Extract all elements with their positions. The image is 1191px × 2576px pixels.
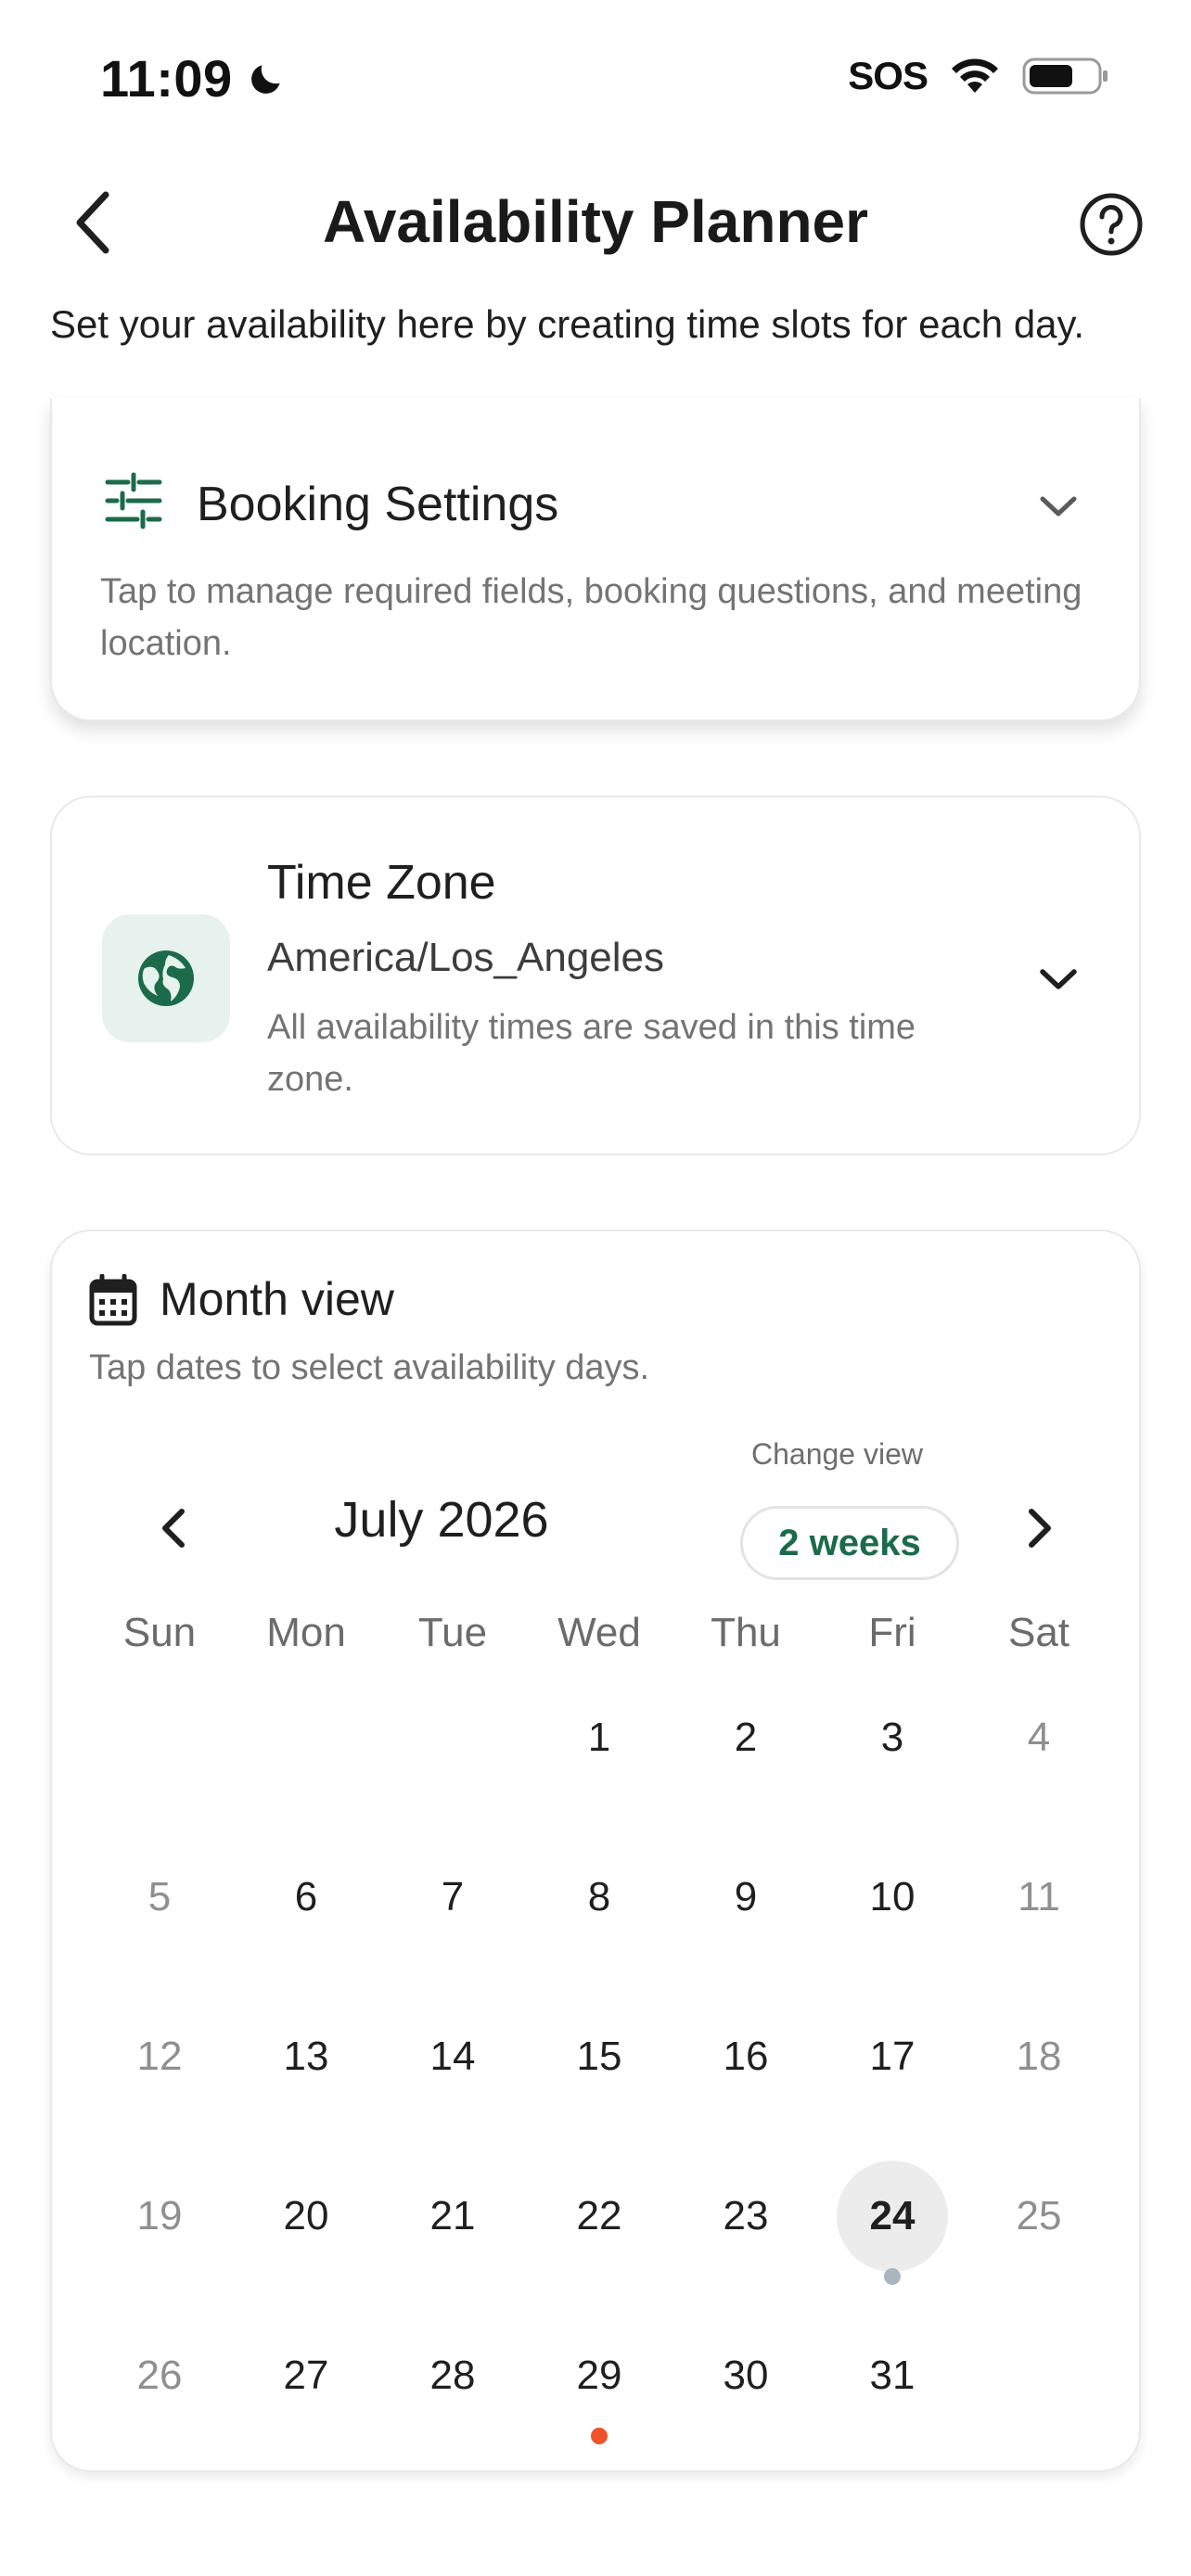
calendar-day-1[interactable]: 1	[534, 1673, 664, 1803]
time-zone-title: Time Zone	[267, 856, 496, 910]
calendar-day-10[interactable]: 10	[827, 1832, 957, 1962]
calendar-day-15[interactable]: 15	[534, 1992, 664, 2122]
calendar-day-8[interactable]: 8	[534, 1832, 664, 1962]
calendar-day-23[interactable]: 23	[681, 2151, 811, 2281]
calendar-day-9[interactable]: 9	[681, 1832, 811, 1962]
calendar-day-19[interactable]: 19	[95, 2151, 224, 2281]
page-title: Availability Planner	[322, 188, 869, 255]
chevron-down-icon[interactable]	[1035, 488, 1082, 525]
battery-icon	[1022, 57, 1108, 95]
calendar-day-5[interactable]: 5	[95, 1832, 224, 1962]
calendar-day-28[interactable]: 28	[388, 2311, 518, 2441]
calendar-day-26[interactable]: 26	[95, 2311, 224, 2441]
help-icon	[1080, 193, 1143, 256]
page: 11:09 SOS Availability Planner Set your …	[0, 0, 1191, 2576]
calendar-day-17[interactable]: 17	[827, 1992, 957, 2122]
calendar-day-29[interactable]: 29	[534, 2311, 664, 2441]
weekday-wed: Wed	[557, 1610, 641, 1655]
time-zone-value: America/Los_Angeles	[267, 935, 665, 980]
time-zone-card[interactable]: Time Zone America/Los_Angeles All availa…	[50, 796, 1141, 1155]
header: Availability Planner	[0, 167, 1191, 278]
wifi-icon	[952, 58, 998, 93]
status-right: SOS	[848, 54, 1109, 98]
calendar-day-2[interactable]: 2	[681, 1673, 811, 1803]
carrier-label: SOS	[848, 54, 928, 97]
calendar-day-3[interactable]: 3	[827, 1673, 957, 1803]
calendar-day-25[interactable]: 25	[974, 2151, 1104, 2281]
weekday-fri: Fri	[868, 1610, 916, 1655]
view-toggle-button[interactable]: 2 weeks	[740, 1506, 959, 1580]
intro-text: Set your availability here by creating t…	[50, 302, 1085, 346]
month-view-card: Month view Tap dates to select availabil…	[50, 1230, 1141, 2472]
status-time: 11:09	[100, 48, 287, 108]
calendar-day-14[interactable]: 14	[388, 1992, 518, 2122]
moon-icon	[250, 64, 280, 94]
weekday-tue: Tue	[417, 1610, 488, 1655]
booking-settings-title: Booking Settings	[197, 478, 559, 531]
booking-settings-description: Tap to manage required fields, booking q…	[100, 572, 1082, 663]
globe-icon	[138, 950, 194, 1006]
month-view-title: Month view	[160, 1273, 394, 1325]
calendar-day-11[interactable]: 11	[974, 1832, 1104, 1962]
calendar-day-21[interactable]: 21	[388, 2151, 518, 2281]
change-view-label: Change view	[751, 1437, 923, 1471]
calendar-day-24[interactable]: 24	[837, 2161, 948, 2272]
help-button[interactable]	[1074, 187, 1148, 261]
calendar-day-27[interactable]: 27	[241, 2311, 371, 2441]
status-time-text: 11:09	[100, 49, 233, 108]
weekday-sat: Sat	[1007, 1610, 1070, 1655]
month-view-description: Tap dates to select availability days.	[89, 1348, 650, 1387]
weekday-sun: Sun	[122, 1610, 197, 1655]
previous-month-button[interactable]	[141, 1491, 206, 1565]
month-label: July 2026	[334, 1492, 549, 1548]
sliders-icon	[105, 472, 162, 529]
globe-icon-box	[102, 914, 230, 1042]
status-bar: 11:09 SOS	[0, 0, 1191, 158]
calendar-day-6[interactable]: 6	[241, 1832, 371, 1962]
next-month-button[interactable]	[1007, 1491, 1072, 1565]
time-zone-description: All availability times are saved in this…	[267, 1008, 916, 1099]
calendar-day-22[interactable]: 22	[534, 2151, 664, 2281]
calendar-day-7[interactable]: 7	[388, 1832, 518, 1962]
calendar-day-31[interactable]: 31	[827, 2311, 957, 2441]
calendar-day-30[interactable]: 30	[681, 2311, 811, 2441]
chevron-left-icon	[162, 1509, 185, 1548]
availability-dot	[591, 2428, 608, 2444]
weekday-thu: Thu	[711, 1610, 781, 1655]
calendar-day-18[interactable]: 18	[974, 1992, 1104, 2122]
availability-dot	[884, 2268, 901, 2285]
calendar-day-12[interactable]: 12	[95, 1992, 224, 2122]
calendar-day-4[interactable]: 4	[974, 1673, 1104, 1803]
chevron-down-icon[interactable]	[1035, 961, 1082, 998]
chevron-right-icon	[1029, 1509, 1051, 1548]
calendar-day-16[interactable]: 16	[681, 1992, 811, 2122]
calendar-icon	[89, 1274, 137, 1326]
calendar-day-20[interactable]: 20	[241, 2151, 371, 2281]
weekday-mon: Mon	[266, 1610, 346, 1655]
calendar-day-13[interactable]: 13	[241, 1992, 371, 2122]
booking-settings-card[interactable]: Booking Settings Tap to manage required …	[50, 399, 1141, 721]
